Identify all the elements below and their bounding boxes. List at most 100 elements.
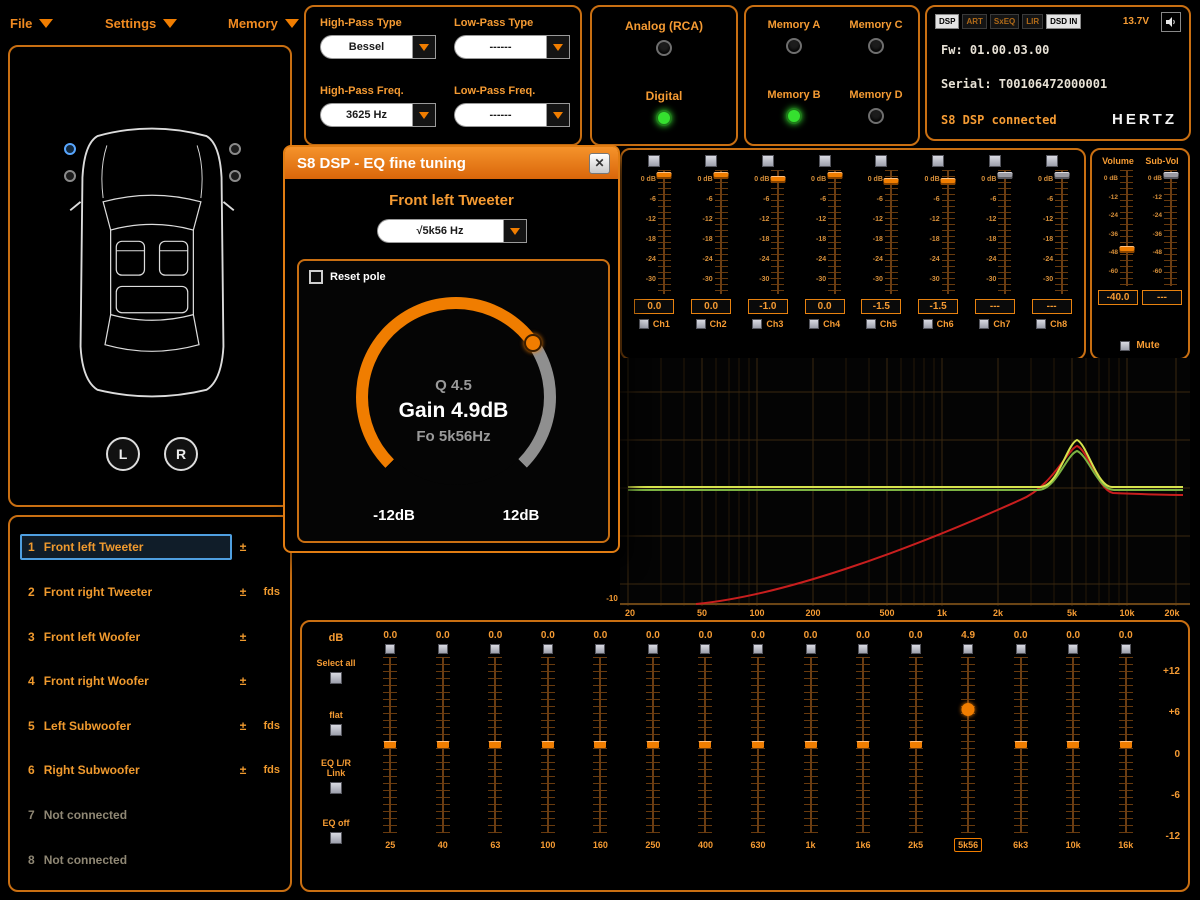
menu-settings[interactable]: Settings — [105, 16, 178, 31]
subvol-slider-thumb[interactable] — [1163, 172, 1178, 179]
output-mute-checkbox[interactable] — [818, 155, 831, 167]
memory-a[interactable]: Memory A — [752, 19, 836, 54]
volume-slider-thumb[interactable] — [1119, 246, 1134, 253]
menu-file[interactable]: File — [10, 16, 54, 31]
level-slider-thumb[interactable] — [713, 172, 729, 179]
eq-band-thumb[interactable] — [699, 741, 712, 748]
channel-item-6[interactable]: 6 Right Subwoofer ± fds — [20, 757, 280, 783]
lp-type-select[interactable]: ------ — [454, 35, 570, 59]
eq-lr-link-checkbox[interactable] — [330, 782, 342, 794]
output-mute-checkbox[interactable] — [1045, 155, 1058, 167]
eq-band-slider[interactable] — [435, 657, 450, 833]
eq-band-checkbox[interactable] — [385, 644, 396, 654]
flat-checkbox[interactable] — [330, 724, 342, 736]
channel-item-2[interactable]: 2 Front right Tweeter ± fds — [20, 579, 280, 605]
memory-c[interactable]: Memory C — [834, 19, 918, 54]
eq-band-checkbox[interactable] — [858, 644, 869, 654]
phase-toggle[interactable]: ± — [232, 674, 254, 688]
speaker-dot-front-right-woofer[interactable] — [229, 170, 241, 182]
select-all-checkbox[interactable] — [330, 672, 342, 684]
eq-band-slider[interactable] — [803, 657, 818, 833]
channel-item-7[interactable]: 7 Not connected — [20, 802, 280, 828]
level-slider[interactable] — [940, 170, 956, 294]
output-mute-checkbox[interactable] — [988, 155, 1001, 167]
hp-freq-select[interactable]: 3625 Hz — [320, 103, 436, 127]
lp-type-dropdown-button[interactable] — [546, 35, 570, 59]
analog-input[interactable]: Analog (RCA) — [592, 19, 736, 56]
output-mute-checkbox[interactable] — [705, 155, 718, 167]
level-slider-thumb[interactable] — [883, 178, 899, 185]
digital-input[interactable]: Digital — [592, 89, 736, 126]
eq-band-thumb[interactable] — [541, 741, 554, 748]
channel-item-3[interactable]: 3 Front left Woofer ± — [20, 624, 280, 650]
output-mute-checkbox[interactable] — [648, 155, 661, 167]
eq-band-checkbox[interactable] — [490, 644, 501, 654]
eq-band-checkbox[interactable] — [1068, 644, 1079, 654]
phase-toggle[interactable]: ± — [232, 585, 254, 599]
eq-band-thumb[interactable] — [436, 741, 449, 748]
speaker-dot-front-right-tweeter[interactable] — [229, 143, 241, 155]
eq-band-thumb[interactable] — [1119, 741, 1132, 748]
eq-band-slider[interactable] — [488, 657, 503, 833]
level-slider-thumb[interactable] — [827, 172, 843, 179]
eq-band-slider[interactable] — [593, 657, 608, 833]
right-channel-button[interactable]: R — [164, 437, 198, 471]
phase-toggle[interactable]: ± — [232, 719, 254, 733]
eq-band-slider[interactable] — [1118, 657, 1133, 833]
channel-select-checkbox[interactable] — [865, 319, 876, 329]
eq-band-checkbox[interactable] — [1015, 644, 1026, 654]
eq-band-checkbox[interactable] — [1120, 644, 1131, 654]
lp-freq-dropdown-button[interactable] — [546, 103, 570, 127]
memory-b[interactable]: Memory B — [752, 89, 836, 124]
level-slider[interactable] — [827, 170, 843, 294]
eq-band-checkbox[interactable] — [963, 644, 974, 654]
hp-type-dropdown-button[interactable] — [412, 35, 436, 59]
output-mute-checkbox[interactable] — [875, 155, 888, 167]
memory-d[interactable]: Memory D — [834, 89, 918, 124]
volume-slider[interactable] — [1119, 170, 1134, 286]
level-slider[interactable] — [713, 170, 729, 294]
channel-item-1[interactable]: 1 Front left Tweeter ± — [20, 534, 280, 561]
reset-pole-checkbox[interactable] — [309, 270, 323, 284]
left-channel-button[interactable]: L — [106, 437, 140, 471]
eq-band-slider[interactable] — [856, 657, 871, 833]
level-slider[interactable] — [1054, 170, 1070, 294]
eq-band-thumb[interactable] — [594, 741, 607, 748]
phase-toggle[interactable]: ± — [232, 540, 254, 554]
eq-band-checkbox[interactable] — [910, 644, 921, 654]
eq-band-thumb[interactable] — [804, 741, 817, 748]
eq-band-thumb[interactable] — [751, 741, 764, 748]
hp-type-select[interactable]: Bessel — [320, 35, 436, 59]
output-mute-checkbox[interactable] — [932, 155, 945, 167]
level-slider-thumb[interactable] — [770, 176, 786, 183]
eq-band-thumb[interactable] — [384, 741, 397, 748]
dialog-freq-dropdown-button[interactable] — [502, 219, 527, 243]
eq-band-slider[interactable] — [698, 657, 713, 833]
eq-off-checkbox[interactable] — [330, 832, 342, 844]
eq-band-checkbox[interactable] — [595, 644, 606, 654]
level-slider[interactable] — [997, 170, 1013, 294]
eq-band-slider[interactable] — [645, 657, 660, 833]
eq-band-slider[interactable] — [1013, 657, 1028, 833]
dialog-freq-select[interactable]: √5k56 Hz — [376, 219, 527, 243]
mute-checkbox[interactable] — [1120, 340, 1131, 351]
lp-freq-select[interactable]: ------ — [454, 103, 570, 127]
eq-band-slider[interactable] — [540, 657, 555, 833]
eq-band-checkbox[interactable] — [752, 644, 763, 654]
eq-band-thumb[interactable] — [857, 741, 870, 748]
dialog-titlebar[interactable]: S8 DSP - EQ fine tuning ✕ — [285, 147, 618, 179]
eq-band-thumb[interactable] — [489, 741, 502, 748]
eq-band-checkbox[interactable] — [805, 644, 816, 654]
eq-band-slider[interactable] — [750, 657, 765, 833]
eq-band-thumb[interactable] — [1014, 741, 1027, 748]
channel-select-checkbox[interactable] — [752, 319, 763, 329]
channel-select-checkbox[interactable] — [809, 319, 820, 329]
speaker-dot-front-left-woofer[interactable] — [64, 170, 76, 182]
channel-select-checkbox[interactable] — [638, 319, 649, 329]
reset-pole-control[interactable]: Reset pole — [309, 270, 386, 284]
level-slider[interactable] — [656, 170, 672, 294]
eq-band-slider[interactable] — [961, 657, 976, 833]
hp-freq-dropdown-button[interactable] — [412, 103, 436, 127]
level-slider[interactable] — [770, 170, 786, 294]
eq-band-thumb[interactable] — [961, 703, 975, 716]
